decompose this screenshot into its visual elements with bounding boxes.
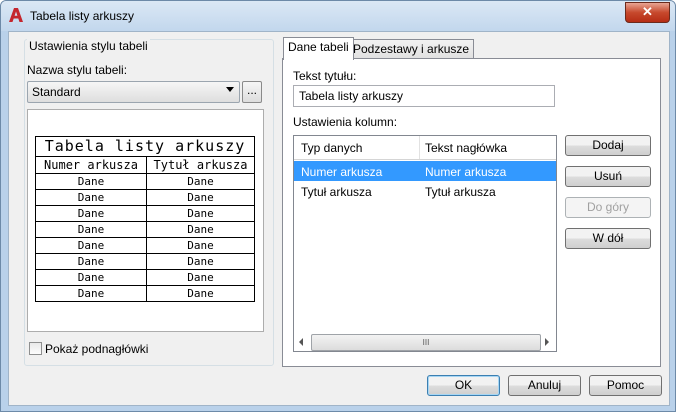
preview-header-cell: Tytuł arkusza	[146, 156, 255, 174]
help-button[interactable]: Pomoc	[589, 375, 662, 396]
preview-cell: Dane	[146, 205, 255, 222]
column-header-heading-text[interactable]: Tekst nagłówka	[425, 141, 507, 155]
move-up-button[interactable]: Do góry	[565, 197, 651, 218]
preview-cell: Dane	[146, 253, 255, 270]
preview-cell: Dane	[35, 285, 147, 302]
list-header: Typ danych Tekst nagłówka	[294, 136, 556, 160]
row-data-type: Tytuł arkusza	[301, 185, 372, 199]
column-header-data-type[interactable]: Typ danych	[301, 141, 362, 155]
close-button[interactable]: ✕	[625, 2, 670, 23]
preview-cell: Dane	[35, 237, 147, 254]
style-name-value: Standard	[32, 85, 81, 99]
dialog-window: Tabela listy arkuszy ✕ Ustawienia stylu …	[0, 0, 676, 412]
window-title: Tabela listy arkuszy	[30, 9, 135, 23]
preview-table: Tabela listy arkuszy Numer arkusza Tytuł…	[35, 136, 255, 302]
close-icon: ✕	[642, 4, 653, 19]
scroll-left-icon[interactable]	[299, 338, 303, 346]
row-heading-text: Numer arkusza	[425, 165, 507, 179]
move-down-button[interactable]: W dół	[565, 228, 651, 249]
title-text-input[interactable]: Tabela listy arkuszy	[293, 85, 555, 107]
style-name-dropdown[interactable]: Standard	[27, 81, 240, 103]
preview-cell: Dane	[35, 269, 147, 286]
preview-cell: Dane	[35, 253, 147, 270]
list-row[interactable]: Numer arkusza Numer arkusza	[294, 161, 556, 181]
table-preview: Tabela listy arkuszy Numer arkusza Tytuł…	[27, 109, 264, 332]
title-text-value: Tabela listy arkuszy	[299, 89, 404, 103]
horizontal-scrollbar[interactable]: III	[294, 333, 556, 351]
show-subheaders-checkbox[interactable]	[29, 342, 42, 355]
preview-cell: Dane	[146, 269, 255, 286]
chevron-down-icon	[226, 87, 234, 92]
preview-header-cell: Numer arkusza	[35, 156, 147, 174]
preview-cell: Dane	[35, 221, 147, 238]
preview-cell: Dane	[146, 189, 255, 206]
column-settings-label: Ustawienia kolumn:	[293, 115, 398, 129]
preview-cell: Dane	[35, 189, 147, 206]
tab-subsets-and-sheets[interactable]: Podzestawy i arkusze	[348, 39, 475, 59]
dialog-body: Ustawienia stylu tabeli Nazwa stylu tabe…	[8, 31, 670, 406]
preview-cell: Dane	[146, 221, 255, 238]
preview-title: Tabela listy arkuszy	[35, 136, 255, 157]
group-title: Ustawienia stylu tabeli	[27, 39, 150, 53]
add-button[interactable]: Dodaj	[565, 135, 651, 156]
row-data-type: Numer arkusza	[301, 165, 383, 179]
list-row[interactable]: Tytuł arkusza Tytuł arkusza	[294, 181, 556, 201]
preview-cell: Dane	[35, 173, 147, 190]
browse-style-button[interactable]: ...	[242, 81, 262, 103]
column-settings-list[interactable]: Typ danych Tekst nagłówka Numer arkusza …	[293, 135, 557, 352]
ok-button[interactable]: OK	[427, 375, 500, 396]
tab-table-data[interactable]: Dane tabeli	[283, 37, 354, 60]
column-divider[interactable]	[419, 136, 420, 159]
style-name-label: Nazwa stylu tabeli:	[27, 63, 128, 77]
show-subheaders-label: Pokaż podnagłówki	[45, 342, 149, 356]
preview-cell: Dane	[146, 285, 255, 302]
scroll-right-icon[interactable]	[545, 338, 549, 346]
remove-button[interactable]: Usuń	[565, 166, 651, 187]
autocad-logo-icon	[9, 8, 23, 22]
title-text-label: Tekst tytułu:	[293, 69, 357, 83]
preview-cell: Dane	[146, 237, 255, 254]
row-heading-text: Tytuł arkusza	[425, 185, 496, 199]
title-bar[interactable]: Tabela listy arkuszy ✕	[1, 1, 675, 31]
cancel-button[interactable]: Anuluj	[508, 375, 581, 396]
preview-cell: Dane	[146, 173, 255, 190]
scroll-thumb[interactable]: III	[311, 334, 541, 351]
preview-cell: Dane	[35, 205, 147, 222]
